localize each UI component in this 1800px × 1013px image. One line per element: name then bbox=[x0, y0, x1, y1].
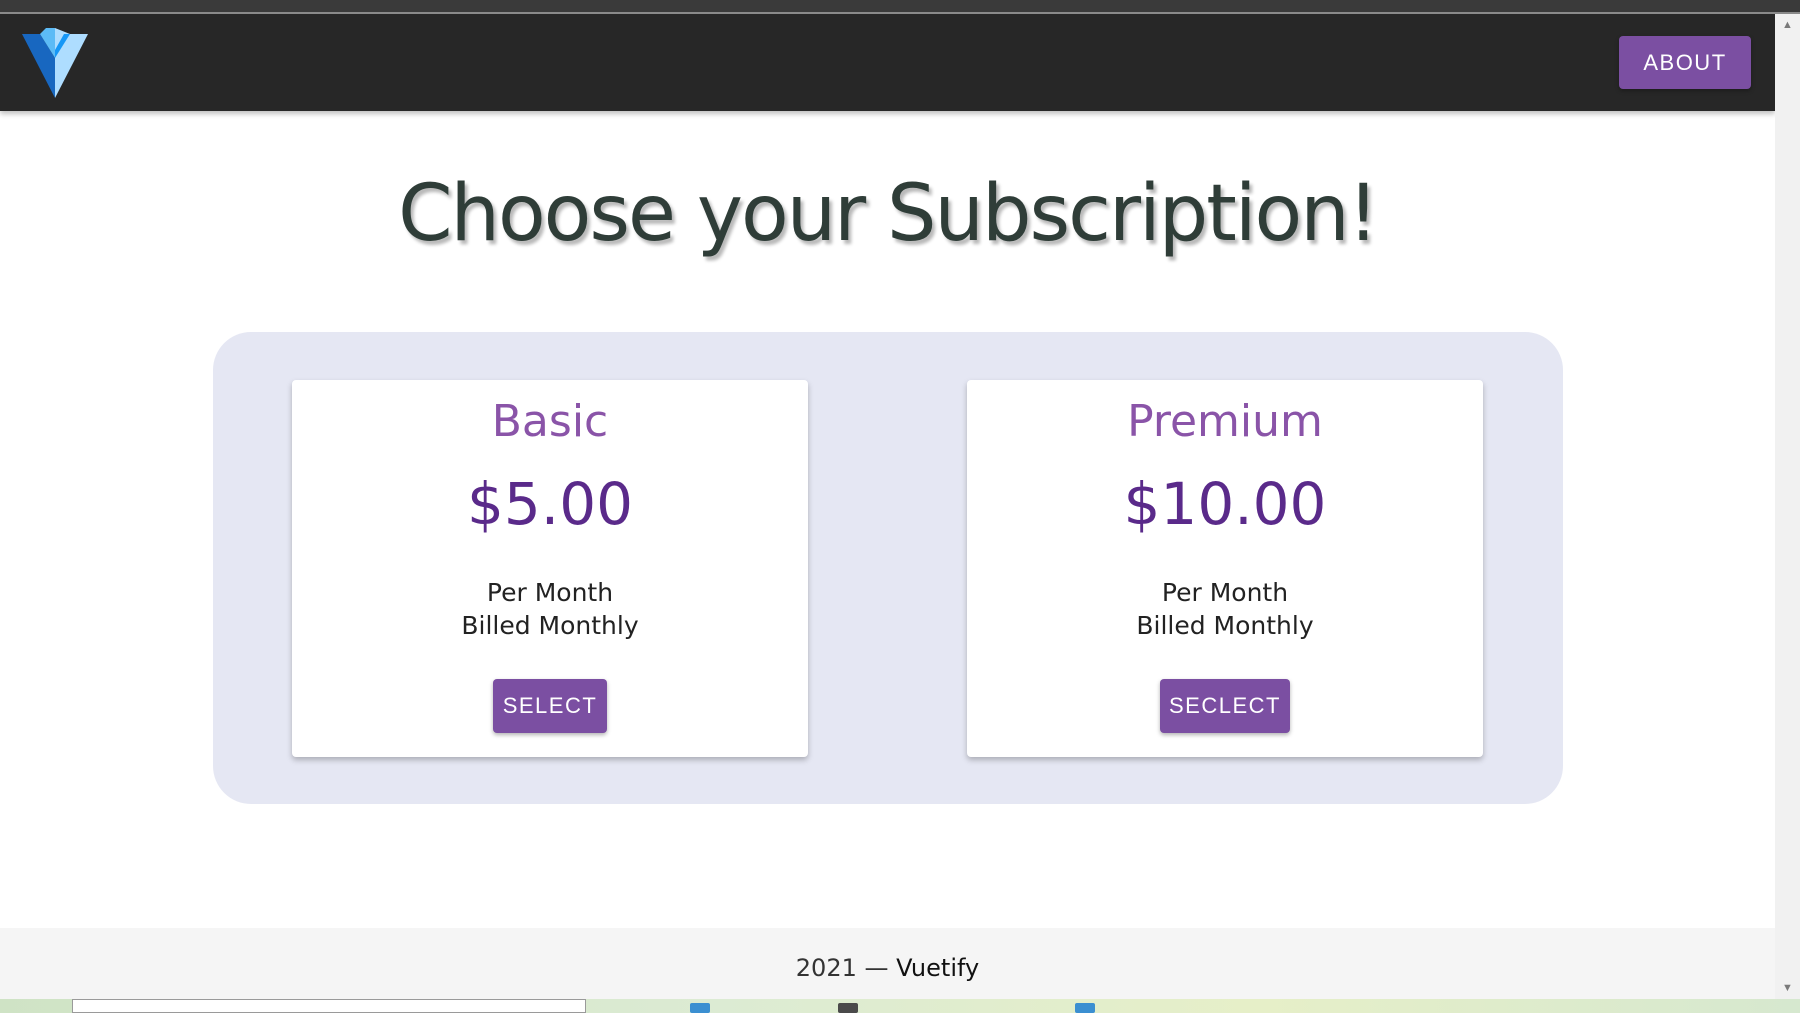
taskbar-app-icon[interactable] bbox=[1075, 1003, 1095, 1013]
taskbar-app-icon[interactable] bbox=[690, 1003, 710, 1013]
plan-billing: Billed Monthly bbox=[1136, 611, 1314, 640]
plan-card-premium: Premium $10.00 Per Month Billed Monthly … bbox=[967, 380, 1483, 757]
select-premium-button[interactable]: SECLECT bbox=[1160, 679, 1290, 733]
plan-name: Premium bbox=[1127, 396, 1323, 447]
plan-period: Per Month bbox=[1161, 578, 1289, 607]
plan-name: Basic bbox=[491, 396, 609, 447]
plan-price: $10.00 bbox=[1123, 470, 1327, 538]
browser-top-edge bbox=[0, 0, 1800, 14]
plan-billing: Billed Monthly bbox=[461, 611, 639, 640]
scroll-up-arrow-icon[interactable]: ▲ bbox=[1775, 16, 1800, 34]
plan-price: $5.00 bbox=[466, 470, 634, 538]
page-scrollbar[interactable]: ▲ ▼ bbox=[1775, 14, 1800, 999]
scroll-down-arrow-icon[interactable]: ▼ bbox=[1775, 979, 1800, 997]
plan-period: Per Month bbox=[486, 578, 614, 607]
page-title: Choose your Subscription! bbox=[398, 169, 1379, 259]
plans-panel: Basic $5.00 Per Month Billed Monthly SEL… bbox=[213, 332, 1563, 804]
about-button[interactable]: ABOUT bbox=[1619, 36, 1751, 89]
app-window: ABOUT Choose your Subscription! Basic $5… bbox=[0, 14, 1775, 999]
os-taskbar bbox=[0, 999, 1800, 1013]
footer: 2021 — Vuetify bbox=[0, 928, 1775, 999]
plan-card-basic: Basic $5.00 Per Month Billed Monthly SEL… bbox=[292, 380, 808, 757]
select-basic-button[interactable]: SELECT bbox=[493, 679, 607, 733]
taskbar-app-icon[interactable] bbox=[838, 1003, 858, 1013]
footer-brand: Vuetify bbox=[896, 954, 980, 982]
vuetify-logo-icon[interactable] bbox=[22, 28, 88, 98]
footer-year: 2021 — bbox=[795, 954, 889, 982]
taskbar-search-box[interactable] bbox=[72, 999, 586, 1013]
app-bar: ABOUT bbox=[0, 14, 1775, 111]
